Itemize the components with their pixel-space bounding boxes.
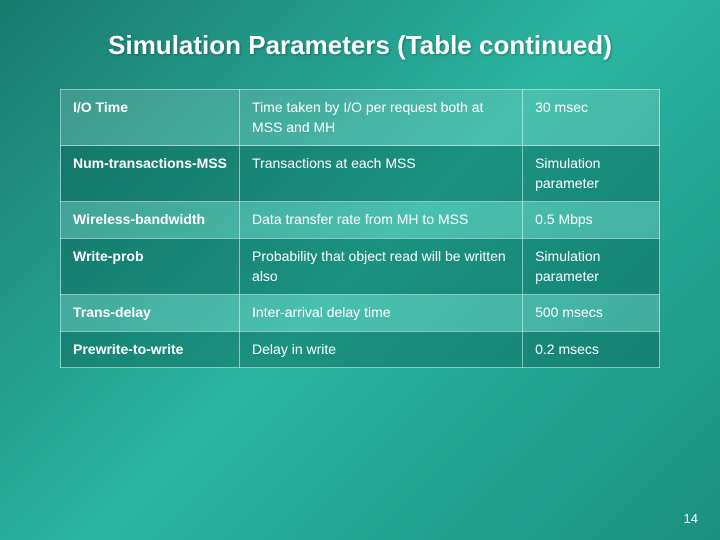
table-row: Write-probProbability that object read w…	[61, 238, 660, 294]
table-row: I/O TimeTime taken by I/O per request bo…	[61, 90, 660, 146]
slide: Simulation Parameters (Table continued) …	[0, 0, 720, 540]
table-cell-1-2: Simulation parameter	[523, 146, 660, 202]
table-cell-0-0: I/O Time	[61, 90, 240, 146]
table-row: Trans-delayInter-arrival delay time500 m…	[61, 295, 660, 332]
table-cell-1-1: Transactions at each MSS	[240, 146, 523, 202]
table-cell-5-0: Prewrite-to-write	[61, 331, 240, 368]
table-cell-2-0: Wireless-bandwidth	[61, 202, 240, 239]
table-cell-0-1: Time taken by I/O per request both at MS…	[240, 90, 523, 146]
table-wrapper: I/O TimeTime taken by I/O per request bo…	[60, 89, 660, 368]
table-row: Num-transactions-MSSTransactions at each…	[61, 146, 660, 202]
table-cell-3-0: Write-prob	[61, 238, 240, 294]
table-cell-5-2: 0.2 msecs	[523, 331, 660, 368]
table-cell-3-2: Simulation parameter	[523, 238, 660, 294]
table-cell-3-1: Probability that object read will be wri…	[240, 238, 523, 294]
page-number: 14	[684, 511, 698, 526]
table-cell-2-2: 0.5 Mbps	[523, 202, 660, 239]
table-cell-1-0: Num-transactions-MSS	[61, 146, 240, 202]
slide-title: Simulation Parameters (Table continued)	[108, 30, 612, 61]
table-cell-4-2: 500 msecs	[523, 295, 660, 332]
table-cell-0-2: 30 msec	[523, 90, 660, 146]
table-row: Wireless-bandwidthData transfer rate fro…	[61, 202, 660, 239]
table-cell-2-1: Data transfer rate from MH to MSS	[240, 202, 523, 239]
table-cell-4-1: Inter-arrival delay time	[240, 295, 523, 332]
table-row: Prewrite-to-writeDelay in write0.2 msecs	[61, 331, 660, 368]
table-cell-5-1: Delay in write	[240, 331, 523, 368]
table-cell-4-0: Trans-delay	[61, 295, 240, 332]
parameters-table: I/O TimeTime taken by I/O per request bo…	[60, 89, 660, 368]
